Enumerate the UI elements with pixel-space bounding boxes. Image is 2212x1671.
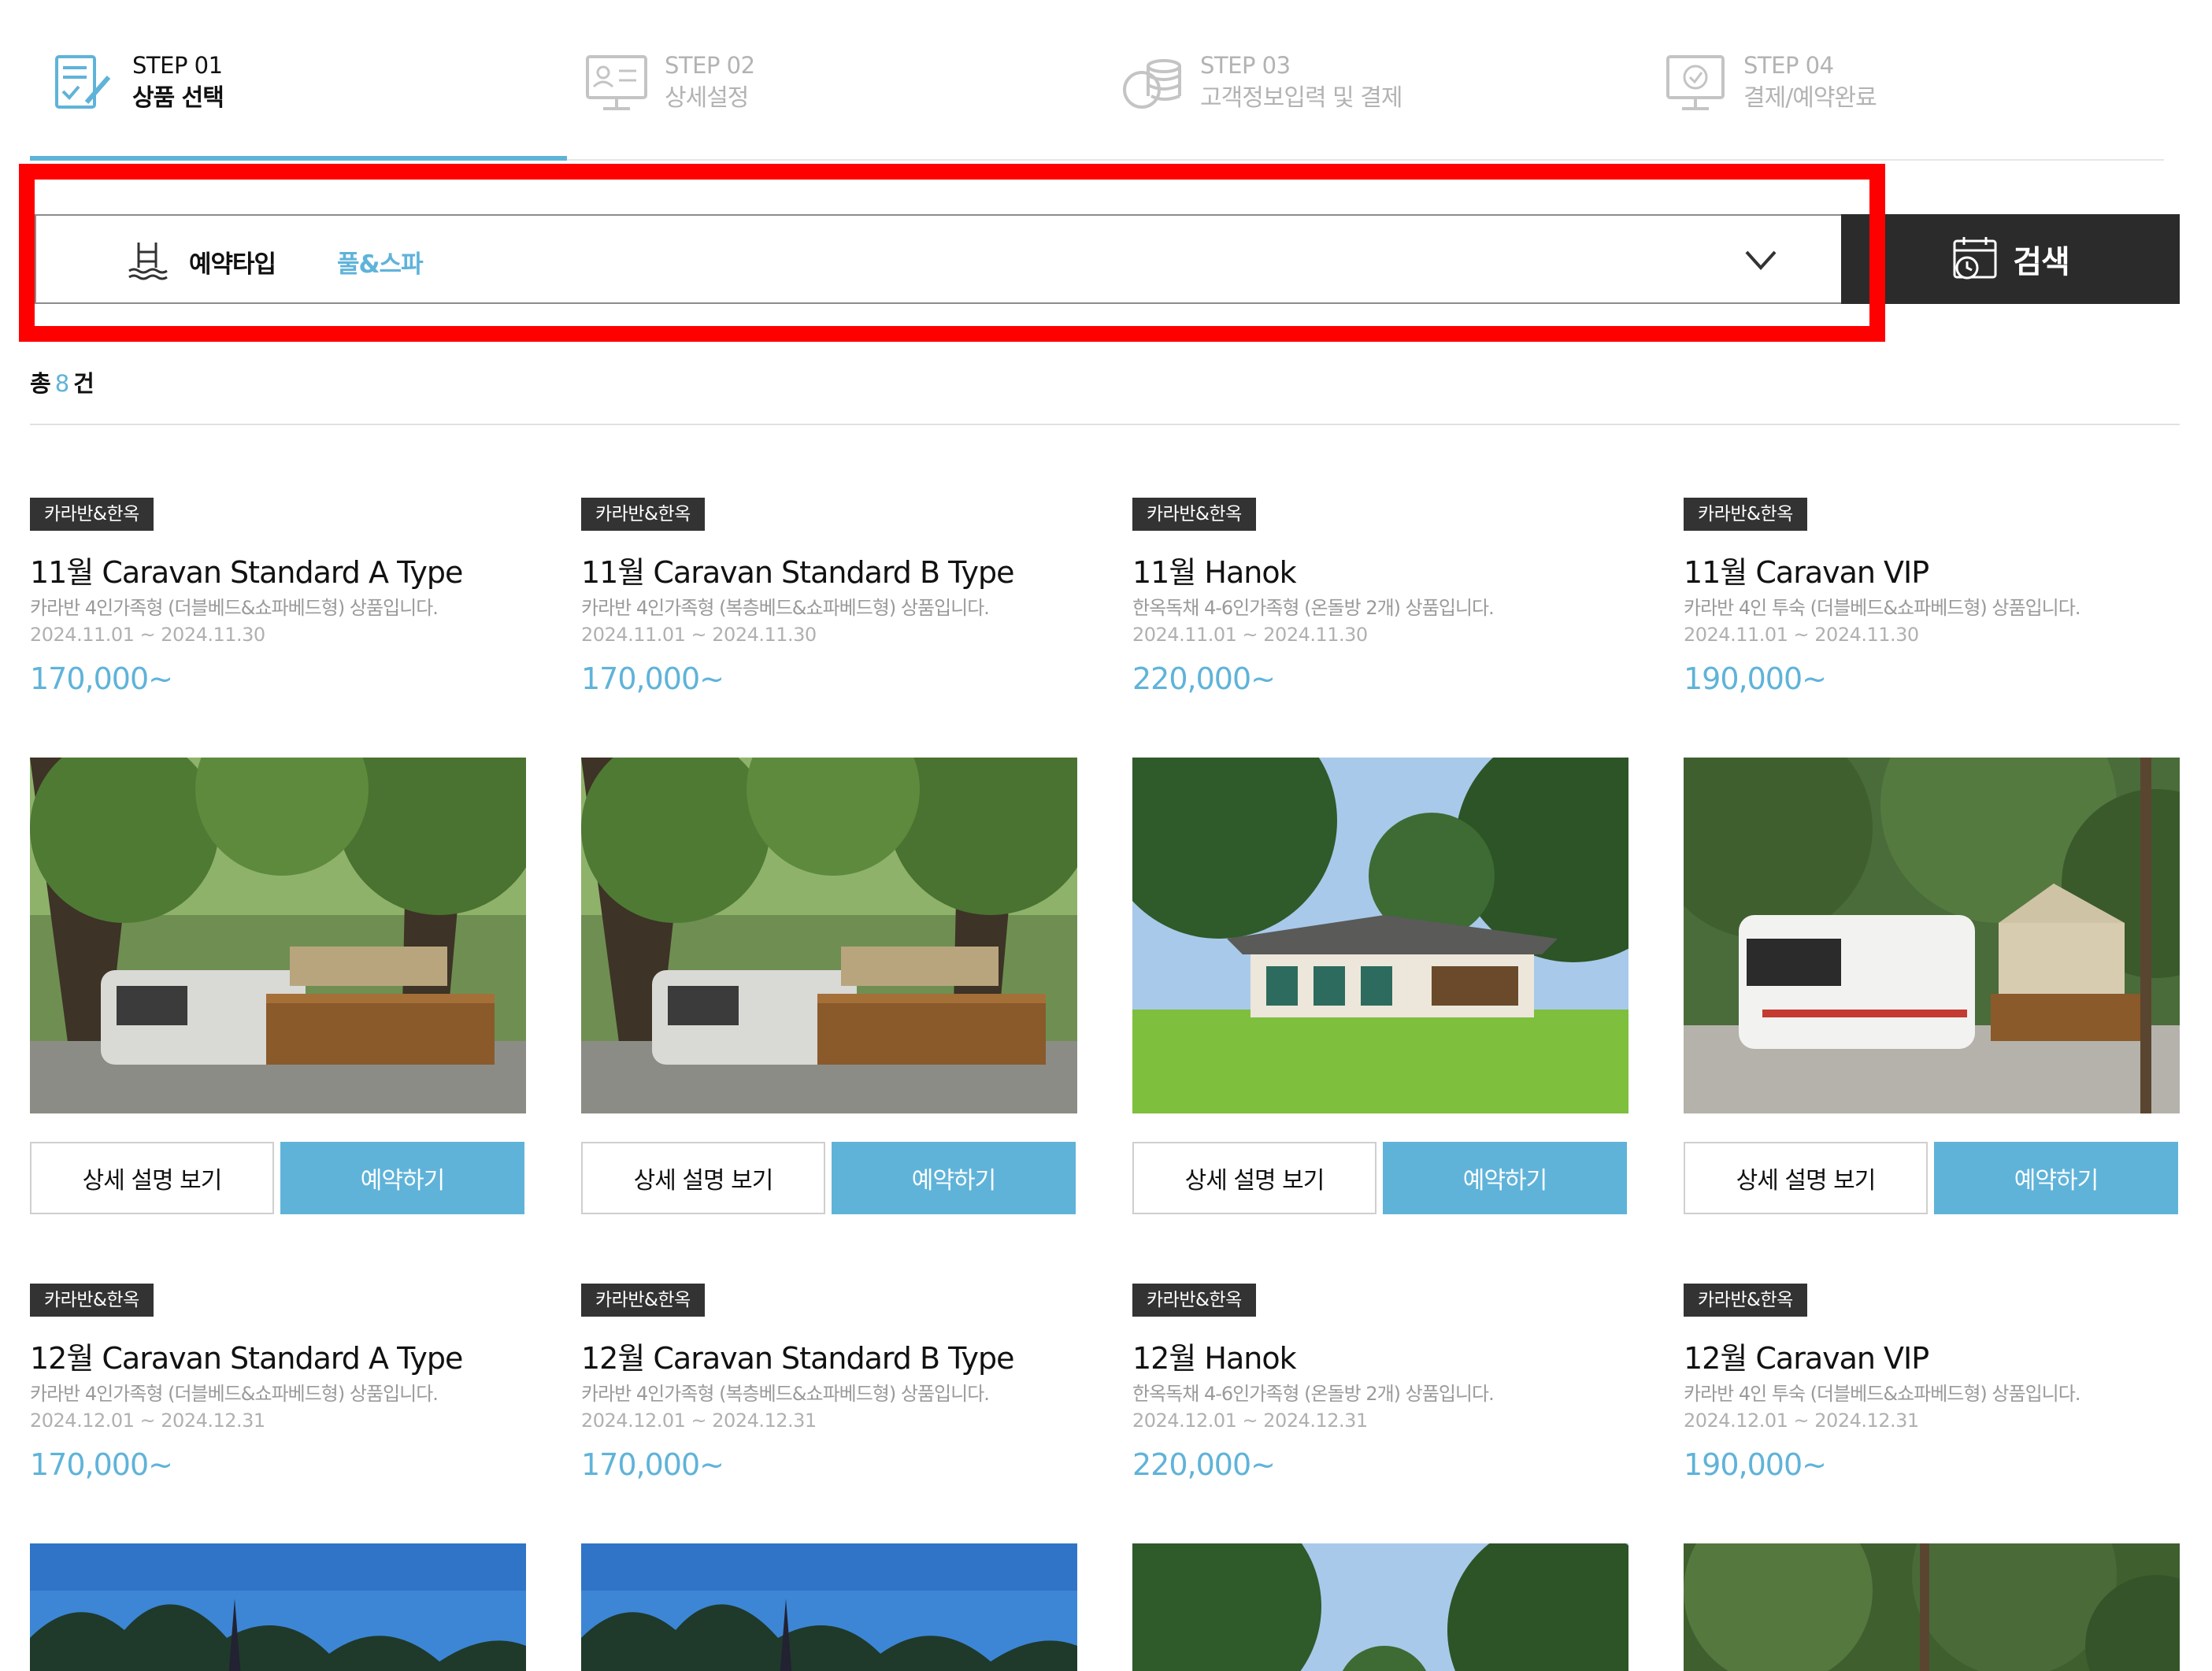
total-suffix: 건 xyxy=(73,370,94,397)
product-photo[interactable] xyxy=(1132,1543,1628,1671)
coins-icon xyxy=(1123,59,1181,109)
product-date-range: 2024.12.01 ~ 2024.12.31 xyxy=(30,1410,265,1432)
reserve-button[interactable]: 예약하기 xyxy=(832,1142,1076,1214)
detail-button[interactable]: 상세 설명 보기 xyxy=(581,1142,825,1214)
product-title: 12월 Caravan Standard B Type xyxy=(581,1341,1014,1376)
product-price: 220,000~ xyxy=(1132,1447,1276,1482)
search-button[interactable]: 검색 xyxy=(1841,214,2180,304)
step-name: 상품 선택 xyxy=(132,84,224,112)
step-02: STEP 02 상세설정 xyxy=(584,39,755,126)
reservation-type-select[interactable]: 예약타입 풀&스파 xyxy=(35,214,1843,304)
reserve-button[interactable]: 예약하기 xyxy=(1383,1142,1627,1214)
product-title: 12월 Caravan Standard A Type xyxy=(30,1341,463,1376)
product-title: 11월 Caravan VIP xyxy=(1684,555,1929,590)
product-photo[interactable] xyxy=(581,1543,1077,1671)
category-badge: 카라반&한옥 xyxy=(30,498,154,531)
product-description: 카라반 4인가족형 (더블베드&쇼파베드형) 상품입니다. xyxy=(30,1383,439,1405)
category-badge: 카라반&한옥 xyxy=(581,1284,705,1317)
total-prefix: 총 xyxy=(30,370,51,397)
product-photo[interactable] xyxy=(1684,758,2180,1113)
pool-ladder-icon xyxy=(128,243,168,280)
product-photo[interactable] xyxy=(30,1543,526,1671)
reserve-button[interactable]: 예약하기 xyxy=(1934,1142,2178,1214)
product-title: 12월 Hanok xyxy=(1132,1341,1297,1376)
chevron-down-icon[interactable] xyxy=(1742,241,1780,279)
calendar-clock-icon xyxy=(1953,237,1997,280)
product-photo[interactable] xyxy=(581,758,1077,1113)
monitor-check-icon xyxy=(1666,55,1725,110)
step-number: STEP 04 xyxy=(1743,52,1834,79)
product-date-range: 2024.11.01 ~ 2024.11.30 xyxy=(581,624,817,646)
product-description: 한옥독채 4-6인가족형 (온돌방 2개) 상품입니다. xyxy=(1132,597,1495,619)
product-date-range: 2024.11.01 ~ 2024.11.30 xyxy=(1132,624,1368,646)
detail-button[interactable]: 상세 설명 보기 xyxy=(1132,1142,1376,1214)
checklist-pen-icon xyxy=(55,55,111,109)
total-number: 8 xyxy=(54,370,69,397)
product-date-range: 2024.11.01 ~ 2024.11.30 xyxy=(30,624,265,646)
reservation-type-value: 풀&스파 xyxy=(337,250,424,279)
product-title: 11월 Caravan Standard A Type xyxy=(30,555,463,590)
reservation-type-label: 예약타입 xyxy=(189,250,276,279)
product-price: 190,000~ xyxy=(1684,661,1827,696)
product-description: 카라반 4인가족형 (복층베드&쇼파베드형) 상품입니다. xyxy=(581,597,990,619)
total-count: 총8건 xyxy=(30,365,94,398)
product-description: 한옥독채 4-6인가족형 (온돌방 2개) 상품입니다. xyxy=(1132,1383,1495,1405)
product-price: 220,000~ xyxy=(1132,661,1276,696)
step-number: STEP 02 xyxy=(665,52,755,79)
product-photo[interactable] xyxy=(1132,758,1628,1113)
search-button-label: 검색 xyxy=(2013,244,2070,280)
step-number: STEP 03 xyxy=(1200,52,1291,79)
product-description: 카라반 4인 투숙 (더블베드&쇼파베드형) 상품입니다. xyxy=(1684,1383,2080,1405)
product-description: 카라반 4인가족형 (더블베드&쇼파베드형) 상품입니다. xyxy=(30,597,439,619)
product-date-range: 2024.12.01 ~ 2024.12.31 xyxy=(581,1410,817,1432)
product-price: 190,000~ xyxy=(1684,1447,1827,1482)
step-name: 고객정보입력 및 결제 xyxy=(1200,84,1402,112)
product-description: 카라반 4인 투숙 (더블베드&쇼파베드형) 상품입니다. xyxy=(1684,597,2080,619)
product-title: 11월 Hanok xyxy=(1132,555,1297,590)
product-photo[interactable] xyxy=(30,758,526,1113)
category-badge: 카라반&한옥 xyxy=(1684,498,1807,531)
step-name: 결제/예약완료 xyxy=(1743,84,1877,112)
product-title: 11월 Caravan Standard B Type xyxy=(581,555,1014,590)
product-photo[interactable] xyxy=(1684,1543,2180,1671)
monitor-profile-icon xyxy=(586,55,647,110)
category-badge: 카라반&한옥 xyxy=(581,498,705,531)
step-number: STEP 01 xyxy=(132,52,223,79)
category-badge: 카라반&한옥 xyxy=(30,1284,154,1317)
total-divider xyxy=(30,424,2180,425)
product-date-range: 2024.12.01 ~ 2024.12.31 xyxy=(1684,1410,1919,1432)
steps-active-indicator xyxy=(30,156,567,161)
category-badge: 카라반&한옥 xyxy=(1684,1284,1807,1317)
product-description: 카라반 4인가족형 (복층베드&쇼파베드형) 상품입니다. xyxy=(581,1383,990,1405)
product-price: 170,000~ xyxy=(30,661,173,696)
step-04: STEP 04 결제/예약완료 xyxy=(1663,39,1877,126)
category-badge: 카라반&한옥 xyxy=(1132,498,1256,531)
product-price: 170,000~ xyxy=(581,661,724,696)
category-badge: 카라반&한옥 xyxy=(1132,1284,1256,1317)
step-01: STEP 01 상품 선택 xyxy=(52,39,224,126)
product-title: 12월 Caravan VIP xyxy=(1684,1341,1929,1376)
product-date-range: 2024.12.01 ~ 2024.12.31 xyxy=(1132,1410,1368,1432)
step-name: 상세설정 xyxy=(665,84,749,112)
product-date-range: 2024.11.01 ~ 2024.11.30 xyxy=(1684,624,1919,646)
reserve-button[interactable]: 예약하기 xyxy=(280,1142,524,1214)
product-price: 170,000~ xyxy=(30,1447,173,1482)
product-price: 170,000~ xyxy=(581,1447,724,1482)
detail-button[interactable]: 상세 설명 보기 xyxy=(1684,1142,1928,1214)
step-03: STEP 03 고객정보입력 및 결제 xyxy=(1120,39,1402,126)
detail-button[interactable]: 상세 설명 보기 xyxy=(30,1142,274,1214)
